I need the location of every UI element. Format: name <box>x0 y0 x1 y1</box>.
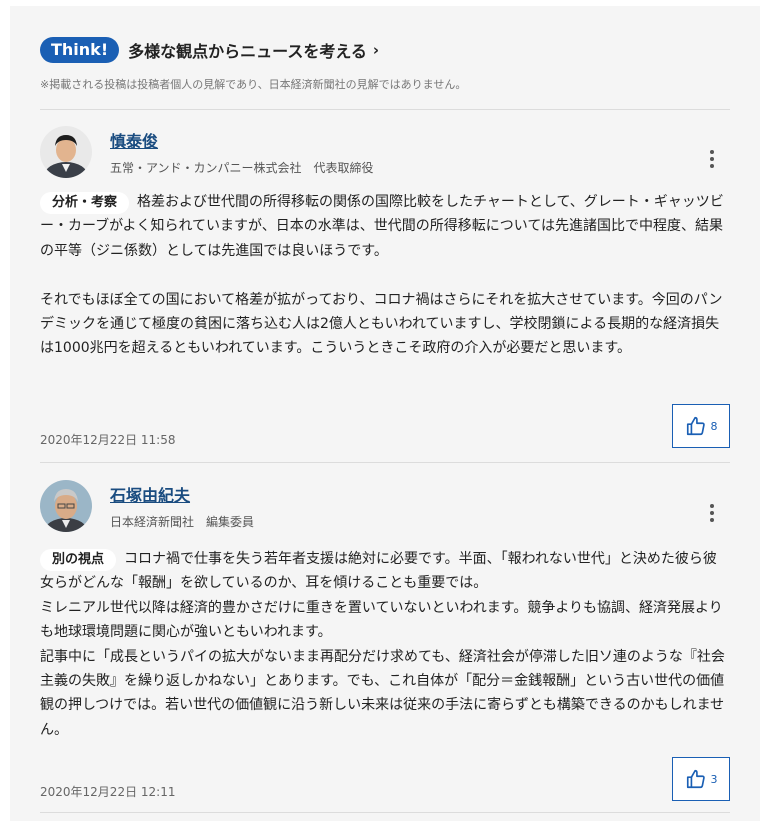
comment-paragraph: それでもほぼ全ての国において格差が拡がっており、コロナ禍はさらにそれを拡大させて… <box>40 291 723 357</box>
think-header[interactable]: Think! 多様な観点からニュースを考える › <box>40 36 379 64</box>
thumbs-up-icon <box>686 416 705 436</box>
comment-paragraph: 別の視点 コロナ禍で仕事を失う若年者支援は絶対に必要です。半面、「報われない世代」… <box>40 549 717 592</box>
author-affiliation: 日本経済新聞社 編集委員 <box>110 515 255 529</box>
divider <box>40 812 730 813</box>
like-button[interactable]: 8 <box>672 404 730 448</box>
comment-body: 別の視点 コロナ禍で仕事を失う若年者支援は絶対に必要です。半面、「報われない世代」… <box>40 547 730 742</box>
comment-paragraph: 分析・考察 格差および世代間の所得移転の関係の国際比較をしたチャートとして、グレー… <box>40 192 724 259</box>
comment-date: 2020年12月22日 12:11 <box>40 785 176 799</box>
avatar[interactable] <box>40 126 92 178</box>
like-button[interactable]: 3 <box>672 757 730 801</box>
like-count: 3 <box>710 772 718 786</box>
divider <box>40 462 730 463</box>
think-badge: Think! <box>40 37 120 63</box>
comment-body: 分析・考察 格差および世代間の所得移転の関係の国際比較をしたチャートとして、グレー… <box>40 190 730 361</box>
vertical-dots-icon[interactable] <box>704 502 720 524</box>
author-affiliation: 五常・アンド・カンパニー株式会社 代表取締役 <box>110 161 374 175</box>
comment-tag: 分析・考察 <box>40 192 130 214</box>
author-name-link[interactable]: 慎泰俊 <box>110 128 158 152</box>
divider <box>40 109 730 110</box>
comment-paragraph: 記事中に「成長というパイの拡大がないまま再配分だけ求めても、経済社会が停滞した旧… <box>40 648 725 738</box>
chevron-right-icon[interactable]: › <box>373 41 379 59</box>
vertical-dots-icon[interactable] <box>704 148 720 170</box>
comment-tag: 別の視点 <box>40 549 117 571</box>
author-name-link[interactable]: 石塚由紀夫 <box>110 482 190 506</box>
disclaimer-text: ※掲載される投稿は投稿者個人の見解であり、日本経済新聞社の見解ではありません。 <box>40 78 467 91</box>
comment-paragraph <box>40 263 730 287</box>
think-panel: Think! 多様な観点からニュースを考える › ※掲載される投稿は投稿者個人の… <box>10 6 760 821</box>
comment-date: 2020年12月22日 11:58 <box>40 433 176 447</box>
like-count: 8 <box>710 419 718 433</box>
thumbs-up-icon <box>686 769 705 789</box>
header-title[interactable]: 多様な観点からニュースを考える <box>128 38 367 62</box>
comment-paragraph: ミレニアル世代以降は経済的豊かさだけに重きを置いていないといわれます。競争よりも… <box>40 599 723 641</box>
avatar[interactable] <box>40 480 92 532</box>
